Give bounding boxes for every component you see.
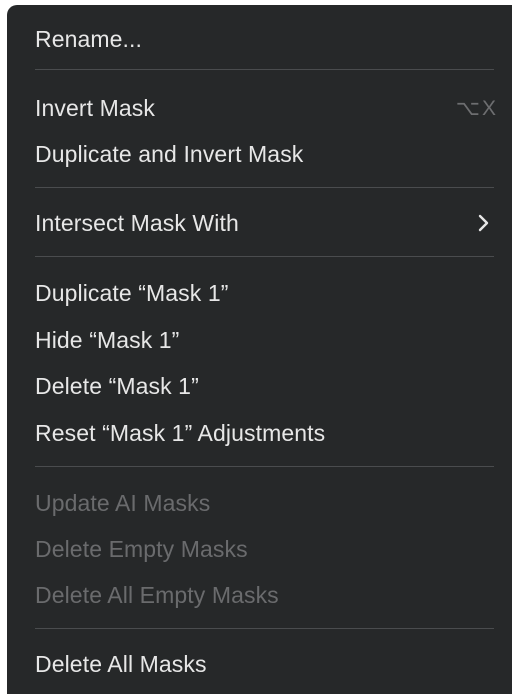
chevron-right-icon — [474, 213, 494, 233]
menu-item-delete-mask-1[interactable]: Delete “Mask 1” — [35, 368, 494, 404]
menu-item-label: Delete All Masks — [35, 650, 207, 677]
menu-item-rename[interactable]: Rename... — [35, 21, 494, 57]
menu-item-reset-mask-1-adjustments[interactable]: Reset “Mask 1” Adjustments — [35, 415, 494, 451]
menu-item-label: Update AI Masks — [35, 489, 211, 516]
menu-separator — [35, 628, 494, 629]
menu-item-label: Invert Mask — [35, 94, 155, 121]
menu-item-label: Delete “Mask 1” — [35, 372, 199, 399]
menu-item-hide-mask-1[interactable]: Hide “Mask 1” — [35, 322, 494, 358]
menu-item-delete-all-empty-masks: Delete All Empty Masks — [35, 577, 494, 613]
menu-separator — [35, 466, 494, 467]
menu-item-update-ai-masks: Update AI Masks — [35, 485, 494, 521]
menu-item-label: Reset “Mask 1” Adjustments — [35, 419, 326, 446]
menu-item-delete-all-masks[interactable]: Delete All Masks — [35, 646, 494, 682]
keyboard-shortcut: ⌥X — [455, 96, 498, 120]
menu-item-duplicate-and-invert-mask[interactable]: Duplicate and Invert Mask — [35, 136, 494, 172]
menu-item-duplicate-mask-1[interactable]: Duplicate “Mask 1” — [35, 275, 494, 311]
menu-item-label: Intersect Mask With — [35, 209, 239, 236]
menu-item-label: Rename... — [35, 25, 143, 52]
menu-item-label: Delete All Empty Masks — [35, 581, 279, 608]
menu-item-label: Duplicate and Invert Mask — [35, 140, 304, 167]
menu-item-label: Delete Empty Masks — [35, 535, 248, 562]
menu-item-label: Hide “Mask 1” — [35, 326, 180, 353]
menu-separator — [35, 187, 494, 188]
menu-item-intersect-mask-with[interactable]: Intersect Mask With — [35, 205, 494, 241]
context-menu: Rename... Invert Mask ⌥X Duplicate and I… — [7, 5, 512, 694]
menu-item-invert-mask[interactable]: Invert Mask ⌥X — [35, 90, 496, 126]
menu-separator — [35, 69, 494, 70]
menu-item-label: Duplicate “Mask 1” — [35, 279, 229, 306]
menu-item-delete-empty-masks: Delete Empty Masks — [35, 531, 494, 567]
menu-separator — [35, 256, 494, 257]
